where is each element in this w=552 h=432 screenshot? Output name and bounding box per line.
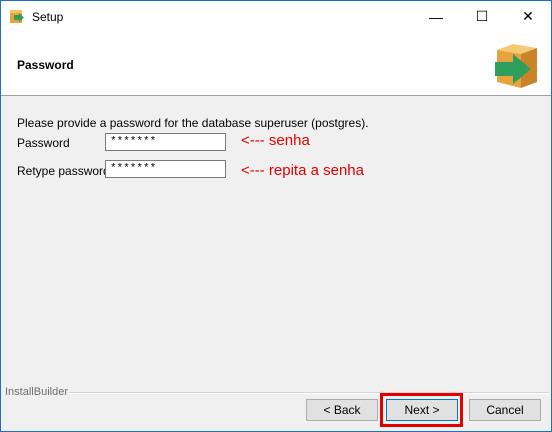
retype-note: <--- repita a senha (241, 162, 364, 179)
title-bar: Setup — ☐ ✕ (1, 1, 551, 32)
window-title: Setup (32, 10, 64, 24)
maximize-button[interactable]: ☐ (459, 1, 505, 32)
close-button[interactable]: ✕ (505, 1, 551, 32)
password-note: <--- senha (241, 132, 310, 149)
setup-window: Setup — ☐ ✕ Password Please provide a pa… (0, 0, 552, 432)
password-description: Please provide a password for the databa… (17, 116, 369, 130)
page-title: Password (17, 58, 74, 72)
installbuilder-brand: InstallBuilder (5, 386, 68, 398)
password-field[interactable]: ******* (105, 133, 226, 151)
setup-app-icon (10, 10, 24, 23)
password-label: Password (17, 136, 70, 150)
retype-password-label: Retype password (17, 164, 110, 178)
back-button[interactable]: < Back (306, 399, 378, 421)
minimize-button[interactable]: — (413, 1, 459, 32)
page-header: Password (1, 32, 551, 96)
content-area: Please provide a password for the databa… (1, 96, 551, 391)
install-box-arrow-icon (495, 44, 537, 88)
cancel-button[interactable]: Cancel (469, 399, 541, 421)
next-highlight-box (380, 393, 463, 427)
retype-password-field[interactable]: ******* (105, 160, 226, 178)
footer-divider (69, 392, 549, 394)
